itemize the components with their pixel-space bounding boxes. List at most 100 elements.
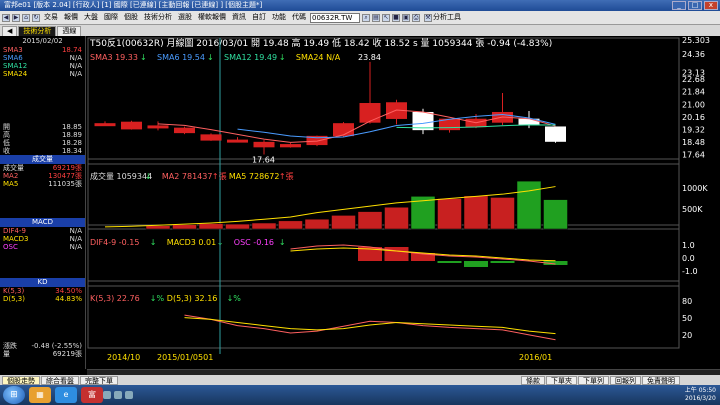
bottom-tab[interactable]: 完整下單 [80,375,118,385]
info-key: 低 [3,139,10,147]
bottom-right-tab[interactable]: 下單夾 [546,375,577,385]
candle-body [545,126,566,142]
tab-weekly[interactable]: 週線 [57,26,82,36]
info-value: 111035張 [48,180,82,188]
time-axis-label: 2015/01/0501 [157,353,213,362]
save-icon[interactable]: ▣ [402,13,410,22]
start-button[interactable]: ⊞ [3,386,25,404]
volume-bar [145,225,171,230]
tab-technical-analysis[interactable]: 技術分析 [18,26,57,36]
volume-icon[interactable] [114,391,122,399]
info-key: 量 [3,350,10,358]
toolbar-menu-item[interactable]: 權軟報價 [196,12,228,23]
ie-icon[interactable]: e [55,387,77,403]
legend-arrow: ↓ [279,238,286,247]
volume-bar [172,224,197,230]
network-icon[interactable] [103,391,111,399]
volume-section-header[interactable]: 成交量 [0,155,85,164]
price-axis-tick: 21.84 [682,88,705,97]
volume-axis-tick: 1000K [682,184,708,193]
toolbar-menu-item[interactable]: 報價 [62,12,80,23]
candle-body [147,125,169,129]
high-label: 23.84 [358,53,381,62]
info-key: 漲跌 [3,342,17,350]
window-title: 富邦e01 [版本 2.04] [行政人] [1] 國際 [已連線] [主動回報… [4,1,263,9]
refresh-icon[interactable]: ↻ [32,13,40,22]
volume-axis-tick: 500K [682,205,703,214]
candle-body [121,121,142,130]
explorer-icon[interactable]: ▦ [29,387,51,403]
search-icon[interactable]: ⌕ [362,13,370,22]
macd-axis-tick: 0.0 [682,254,695,263]
legend-arrow: ↑張 [212,172,227,181]
info-value: -0.48 (-2.55%) [31,342,82,350]
tab-nav-prev[interactable]: ◀ [2,26,18,36]
volume-bar [198,223,224,230]
info-value: 69219張 [52,164,82,172]
toolbar-menu-item[interactable]: 大盤 [82,12,100,23]
clock-date: 2016/3/20 [685,395,716,402]
chart-area[interactable]: T50反1(00632R) 月線圖 2016/03/01 開 19.48 高 1… [87,36,720,369]
bottom-tab[interactable]: 綜合看盤 [41,375,79,385]
trading-app-icon[interactable]: 富 [81,387,103,403]
toolbar-menu-item[interactable]: 自訂 [250,12,268,23]
toolbar-menu-item[interactable]: 功能 [270,12,288,23]
volume-bar [278,220,303,230]
osc-bar [490,261,515,263]
toolbar-menu-item[interactable]: 資訊 [230,12,248,23]
candle-body [412,111,434,131]
bottom-right-tab[interactable]: 免責聲明 [642,375,680,385]
forward-icon[interactable]: ▶ [12,13,20,22]
legend-item: SMA12 19.49 [224,53,277,62]
stock-chart[interactable]: T50反1(00632R) 月線圖 2016/03/01 開 19.48 高 1… [87,36,720,369]
chart-icon[interactable]: ▤ [372,13,380,22]
info-row: OSC N/A [0,243,85,251]
toolbar-menu-item[interactable]: 個股 [122,12,140,23]
candle-body [94,123,116,127]
bottom-tab[interactable]: 個股走勢 [2,375,40,385]
info-value: 34.50% [55,287,82,295]
info-value: 18.89 [61,131,82,139]
macd-section-header[interactable]: MACD [0,218,85,227]
info-key: K(5,3) [3,287,25,295]
info-key: DIF4-9 [3,227,26,235]
stop-icon[interactable]: ■ [392,13,400,22]
legend-item: MA5 728672 [229,172,280,181]
back-icon[interactable]: ◀ [2,13,10,22]
info-value: 18.85 [61,123,82,131]
toolbar-menu-item[interactable]: 交易 [42,12,60,23]
ime-icon[interactable] [125,391,133,399]
bottom-right-tab[interactable]: 回報列 [610,375,641,385]
bottom-right-tab[interactable]: 條款 [521,375,545,385]
legend-item: DIF4-9 -0.15 [90,238,139,247]
minimize-button[interactable]: _ [672,1,686,10]
info-row: SMA12 N/A [0,62,85,70]
analysis-tools-menu[interactable]: ⚒ 分析工具 [422,12,463,23]
clock[interactable]: 上午 05:50 2016/3/20 [685,387,716,403]
close-button[interactable]: x [704,1,718,10]
info-row: 收 18.34 [0,147,85,155]
info-key: SMA6 [3,54,23,62]
legend-item: SMA24 N/A [296,53,341,62]
volume-bar [437,198,462,230]
info-key: SMA3 [3,46,23,54]
info-row: 高 18.89 [0,131,85,139]
bottom-right-tab[interactable]: 下單列 [578,375,609,385]
system-tray [103,391,133,399]
macd-axis-tick: 1.0 [682,241,695,250]
kd-section-header[interactable]: KD [0,278,85,287]
home-icon[interactable]: ⌂ [22,13,30,22]
print-icon[interactable]: ⎙ [412,13,420,22]
cursor-icon[interactable]: ↖ [382,13,390,22]
toolbar-menu-item[interactable]: 技術分析 [142,12,174,23]
candle-body [200,134,222,141]
maximize-button[interactable]: □ [688,1,702,10]
legend-item: K(5,3) 22.76 [90,294,140,303]
info-value: 130477張 [48,172,82,180]
stock-code-input[interactable] [310,12,360,23]
info-value: N/A [69,54,82,62]
chart-header: T50反1(00632R) 月線圖 2016/03/01 開 19.48 高 1… [89,37,552,49]
volume-bar [225,223,250,230]
toolbar-menu-item[interactable]: 選股 [176,12,194,23]
toolbar-menu-item[interactable]: 國際 [102,12,120,23]
